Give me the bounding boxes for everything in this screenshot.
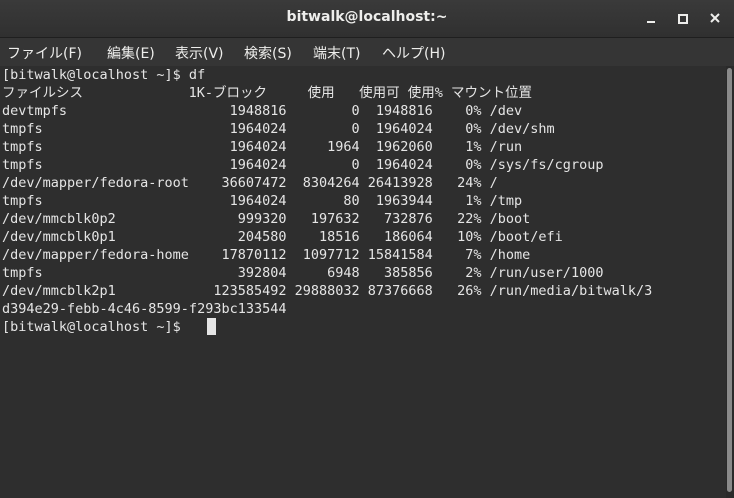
- terminal-line: [bitwalk@localhost ~]$ df: [2, 67, 206, 83]
- terminal-line: tmpfs 392804 6948 385856 2% /run/user/10…: [2, 265, 604, 281]
- terminal-line: /dev/mmcblk2p1 123585492 29888032 873766…: [2, 283, 653, 299]
- menu-bar: ファイル(F) 編集(E) 表示(V) 検索(S) 端末(T) ヘルプ(H): [0, 38, 734, 67]
- terminal-prompt: [bitwalk@localhost ~]$: [2, 319, 189, 335]
- menu-edit[interactable]: 編集(E): [107, 43, 155, 63]
- terminal-window: bitwalk@localhost:~ ファイル(F) 編集(E) 表示(V) …: [0, 0, 734, 498]
- menu-help[interactable]: ヘルプ(H): [382, 43, 445, 63]
- menu-view[interactable]: 表示(V): [175, 43, 224, 63]
- terminal-line: devtmpfs 1948816 0 1948816 0% /dev: [2, 103, 523, 119]
- terminal-line: d394e29-febb-4c46-8599-f293bc133544: [2, 301, 287, 317]
- menu-terminal[interactable]: 端末(T): [313, 43, 360, 63]
- terminal-scrollbar[interactable]: [726, 66, 734, 498]
- text-cursor: [207, 318, 216, 335]
- terminal-line: tmpfs 1964024 80 1963944 1% /tmp: [2, 193, 523, 209]
- terminal-output[interactable]: [bitwalk@localhost ~]$ df ファイルシス 1K-ブロック…: [0, 66, 726, 498]
- terminal-line: /dev/mapper/fedora-root 36607472 8304264…: [2, 175, 498, 191]
- terminal-line: /dev/mmcblk0p2 999320 197632 732876 22% …: [2, 211, 531, 227]
- terminal-line: tmpfs 1964024 0 1964024 0% /sys/fs/cgrou…: [2, 157, 604, 173]
- terminal-line: ファイルシス 1K-ブロック 使用 使用可 使用% マウント位置: [2, 85, 532, 101]
- terminal-line: tmpfs 1964024 0 1964024 0% /dev/shm: [2, 121, 555, 137]
- maximize-button[interactable]: [671, 8, 693, 28]
- close-icon: [710, 13, 720, 23]
- terminal-line: tmpfs 1964024 1964 1962060 1% /run: [2, 139, 523, 155]
- menu-file[interactable]: ファイル(F): [7, 43, 82, 63]
- window-title: bitwalk@localhost:~: [286, 9, 448, 25]
- terminal-line: /dev/mmcblk0p1 204580 18516 186064 10% /…: [2, 229, 563, 245]
- minimize-button[interactable]: [640, 8, 662, 28]
- close-button[interactable]: [704, 8, 726, 28]
- maximize-icon: [678, 14, 688, 24]
- minimize-icon: [647, 21, 655, 23]
- scrollbar-thumb[interactable]: [727, 68, 732, 492]
- title-bar[interactable]: bitwalk@localhost:~: [0, 0, 734, 38]
- terminal-line: /dev/mapper/fedora-home 17870112 1097712…: [2, 247, 531, 263]
- menu-search[interactable]: 検索(S): [244, 43, 292, 63]
